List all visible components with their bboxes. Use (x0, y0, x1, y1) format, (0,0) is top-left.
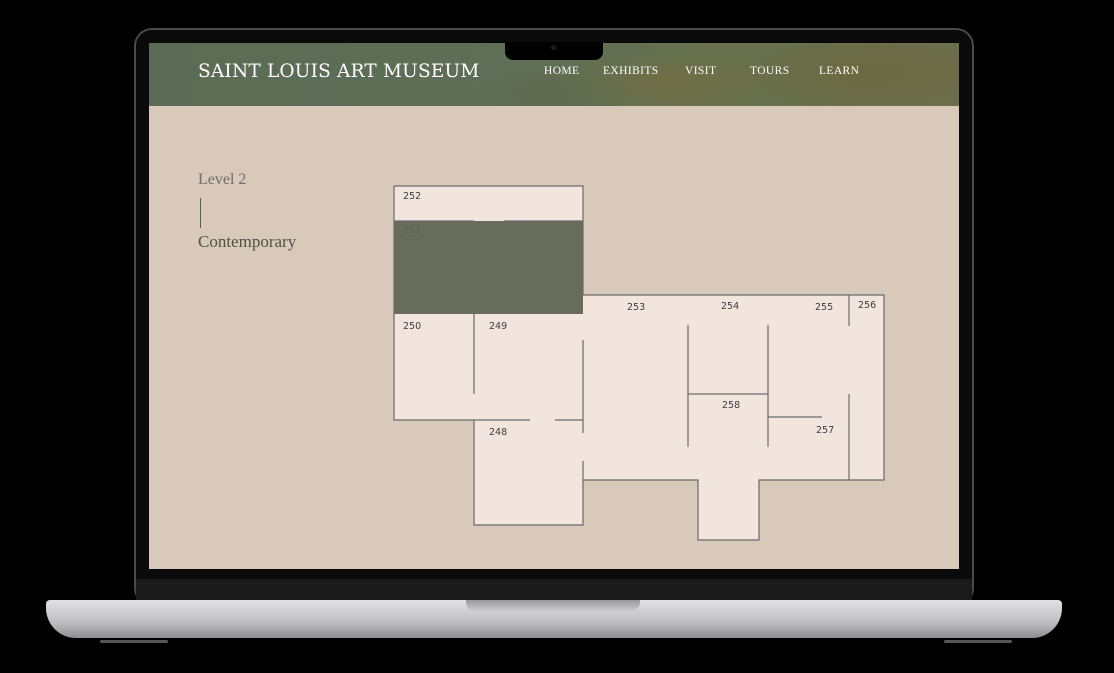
room-label-active[interactable]: 251 (403, 225, 421, 236)
room-label[interactable]: 252 (403, 191, 421, 202)
laptop-base-notch (466, 600, 640, 612)
room-251-highlight[interactable] (394, 221, 583, 314)
room-label[interactable]: 249 (489, 321, 507, 332)
laptop-hinge (136, 579, 972, 601)
room-label[interactable]: 250 (403, 321, 421, 332)
room-label[interactable]: 253 (627, 302, 645, 313)
room-label[interactable]: 254 (721, 301, 739, 312)
browser-screen: SAINT LOUIS ART MUSEUM HOME EXHIBITS VIS… (149, 43, 959, 569)
room-label[interactable]: 258 (722, 400, 740, 411)
room-label[interactable]: 257 (816, 425, 834, 436)
room-253-257-fill (582, 295, 884, 480)
room-label[interactable]: 248 (489, 427, 507, 438)
laptop-foot-left (100, 640, 168, 643)
camera-icon (551, 45, 556, 50)
camera-notch (505, 42, 603, 60)
laptop-base (46, 600, 1062, 638)
laptop-foot-right (944, 640, 1012, 643)
corridor-fill (698, 479, 759, 540)
room-label[interactable]: 255 (815, 302, 833, 313)
floor-plan-map: 252 251 250 249 248 253 254 255 256 258 … (393, 185, 885, 541)
room-label[interactable]: 256 (858, 300, 876, 311)
